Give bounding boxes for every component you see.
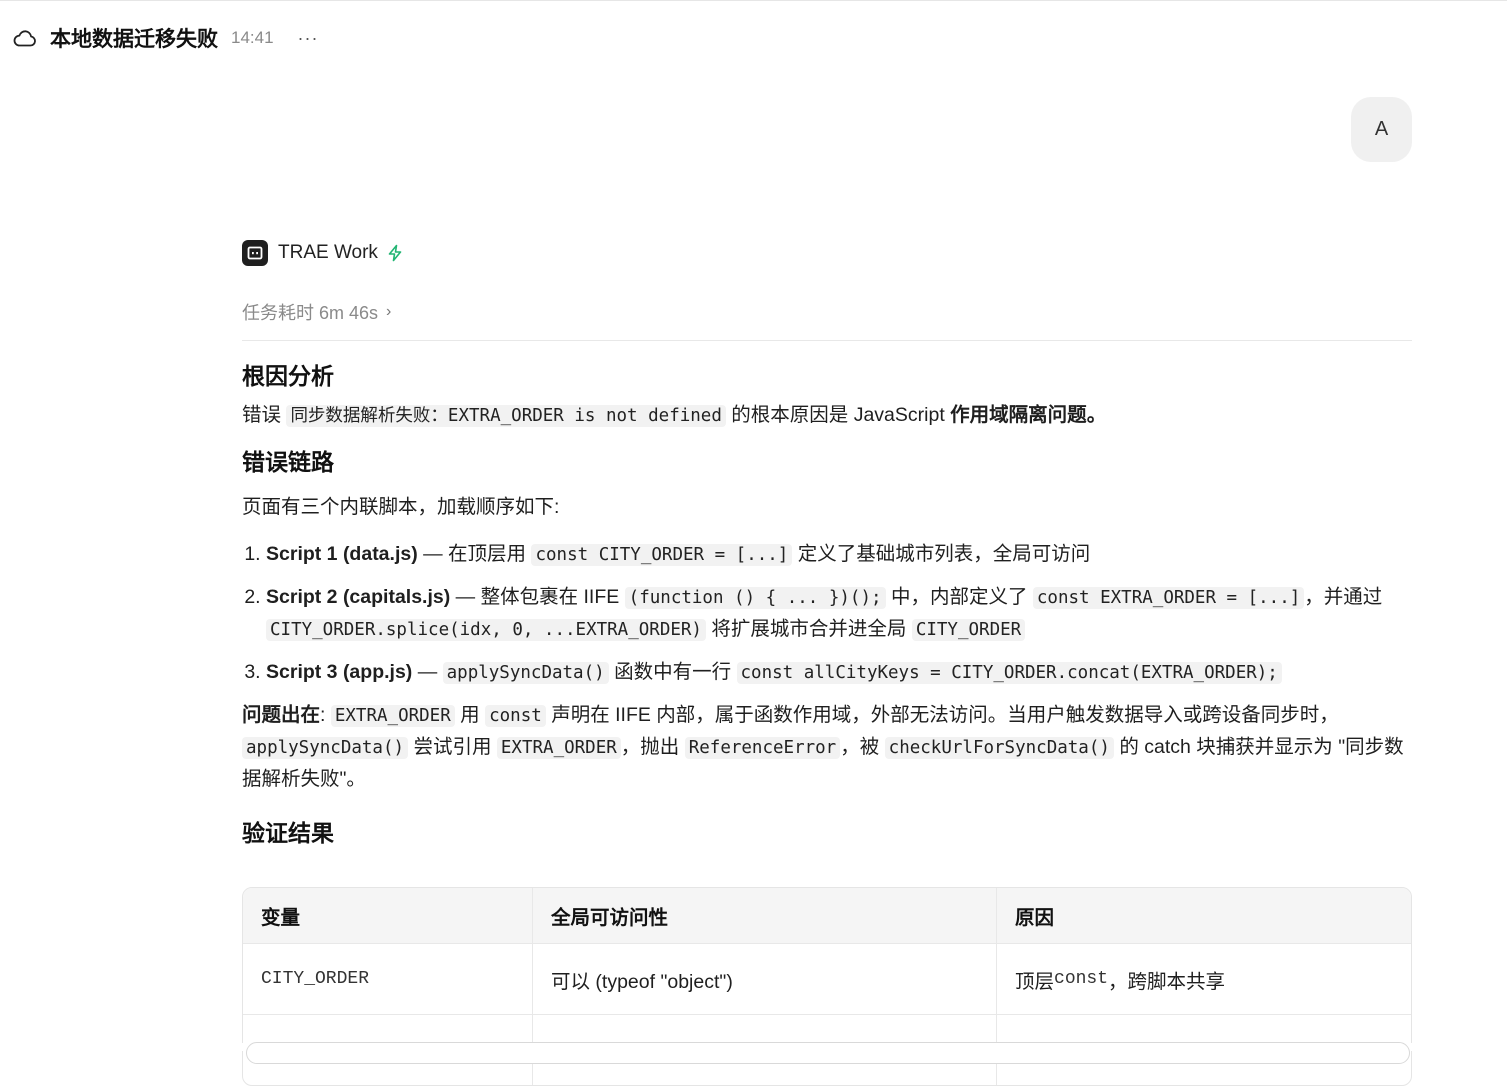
- user-message-avatar: A: [1351, 97, 1412, 162]
- inline-code: 同步数据解析失败：EXTRA_ORDER is not defined: [286, 405, 726, 427]
- chat-header: 本地数据迁移失败 14:41 ···: [12, 22, 319, 54]
- table-row: CITY_ORDER 可以 (typeof "object") 顶层 const…: [243, 944, 1411, 1015]
- table-header: 变量: [243, 888, 533, 943]
- cloud-icon[interactable]: [12, 25, 38, 51]
- list-item: Script 2 (capitals.js) — 整体包裹在 IIFE (fun…: [266, 582, 1412, 646]
- agent-header: TRAE Work: [242, 240, 404, 266]
- table-header: 原因: [1015, 907, 1055, 929]
- agent-name: TRAE Work: [278, 242, 378, 263]
- heading-root-cause: 根因分析: [242, 363, 334, 389]
- divider: [242, 340, 1412, 341]
- agent-response: 根因分析 错误 同步数据解析失败：EXTRA_ORDER is not defi…: [242, 356, 1412, 853]
- chevron-right-icon: ›: [386, 303, 392, 320]
- table-cell: 顶层 const ，跨脚本共享: [1015, 969, 1226, 993]
- task-duration-toggle[interactable]: 任务耗时 6m 46s ›: [242, 299, 391, 325]
- table-cell: 可以 (typeof "object"): [533, 944, 997, 1014]
- heading-verification: 验证结果: [242, 820, 334, 846]
- more-options-icon[interactable]: ···: [298, 28, 319, 49]
- top-border: [0, 0, 1507, 1]
- table-header-row: 变量 全局可访问性 原因: [243, 888, 1411, 944]
- chat-time: 14:41: [231, 28, 274, 47]
- paragraph-intro: 页面有三个内联脚本，加载顺序如下:: [242, 496, 560, 518]
- heading-error-chain: 错误链路: [242, 449, 334, 475]
- list-item: Script 3 (app.js) — applySyncData() 函数中有…: [266, 657, 1412, 689]
- table-header: 全局可访问性: [533, 888, 997, 943]
- task-duration-label: 任务耗时 6m 46s: [242, 303, 379, 323]
- chat-title: 本地数据迁移失败: [50, 28, 218, 51]
- paragraph-summary: 错误 同步数据解析失败：EXTRA_ORDER is not defined 的…: [242, 404, 1107, 427]
- table-cell: CITY_ORDER: [243, 944, 533, 1014]
- chat-input-box[interactable]: [246, 1042, 1410, 1064]
- script-list: Script 1 (data.js) — 在顶层用 const CITY_ORD…: [242, 539, 1412, 689]
- trae-logo-icon: [242, 240, 268, 266]
- list-item: Script 1 (data.js) — 在顶层用 const CITY_ORD…: [266, 539, 1412, 571]
- paragraph-problem: 问题出在: EXTRA_ORDER 用 const 声明在 IIFE 内部，属于…: [242, 704, 1404, 790]
- lightning-icon: [388, 244, 402, 262]
